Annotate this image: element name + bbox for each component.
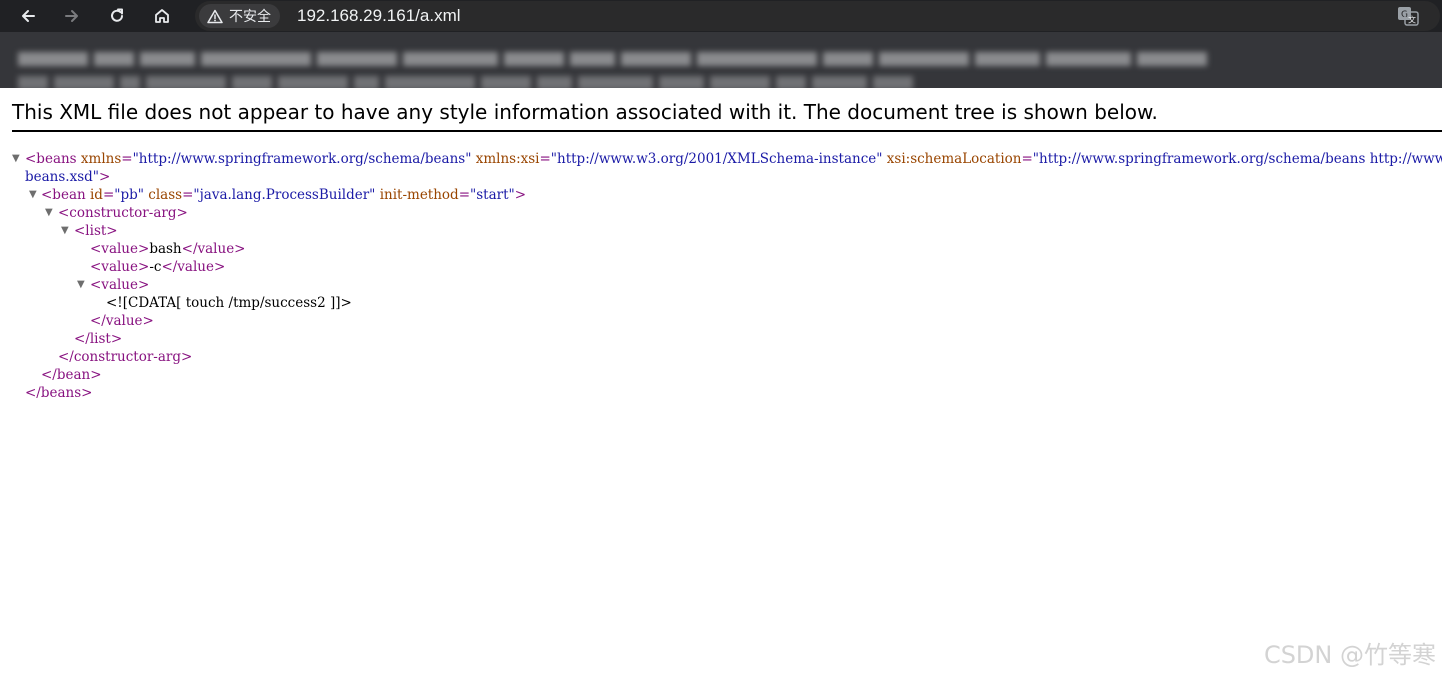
tag-value-close: </value> [161,259,226,275]
attr-class: class [148,187,183,203]
cdata-section: <![CDATA[ touch /tmp/success2 ]]> [106,295,352,311]
tag-value-close: </value> [90,313,154,329]
xml-line-value-cdata-close: </value> [12,312,1442,330]
xml-line-beans-open-wrap: beans.xsd"> [12,168,1442,186]
xml-line-value-c: <value>-c</value> [12,258,1442,276]
collapse-triangle-icon[interactable]: ▼ [61,222,71,240]
collapse-triangle-icon[interactable]: ▼ [77,276,87,294]
tag-value-open: <value> [90,241,150,257]
xml-tree: ▼ <beans xmlns="http://www.springframewo… [12,150,1442,402]
collapse-triangle-icon[interactable]: ▼ [12,150,22,168]
tag-close-bracket: > [99,169,111,185]
xml-line-cdata: <![CDATA[ touch /tmp/success2 ]]> [12,294,1442,312]
collapse-triangle-icon[interactable]: ▼ [45,204,55,222]
attr-xmlns: xmlns [80,151,122,167]
url-text[interactable]: 192.168.29.161/a.xml [297,5,461,27]
attr-init-method-value: "start" [470,187,515,203]
attr-schema-location-value-cont: beans.xsd" [25,169,99,185]
xml-style-notice: This XML file does not appear to have an… [12,100,1158,124]
tag-list-close: </list> [74,331,123,347]
banner-divider [12,130,1442,132]
tag-list-open: <list> [74,223,118,239]
attr-xmlns-xsi: xmlns:xsi [475,151,540,167]
forward-arrow-icon [65,10,78,22]
reload-icon [111,8,123,22]
tag-value-close: </value> [181,241,246,257]
xml-line-list-open: ▼ <list> [12,222,1442,240]
tag-value-open: <value> [90,277,150,293]
blurred-bookmarks-row2 [18,76,919,88]
attr-schema-location: xsi:schemaLocation [886,151,1022,167]
xml-line-value-bash: <value>bash</value> [12,240,1442,258]
tag-constructor-arg-open: <constructor-arg> [58,205,188,221]
xml-line-constructor-open: ▼ <constructor-arg> [12,204,1442,222]
home-button[interactable] [149,3,175,29]
attr-xmlns-value: "http://www.springframework.org/schema/b… [132,151,472,167]
forward-button[interactable] [59,3,85,29]
bookmarks-bar [0,32,1442,88]
svg-text:文: 文 [1408,15,1416,25]
back-button[interactable] [15,3,41,29]
collapse-triangle-icon[interactable]: ▼ [29,186,39,204]
attr-id-value: "pb" [114,187,144,203]
tag-bean-close: </bean> [41,367,102,383]
attr-xmlns-xsi-value: "http://www.w3.org/2001/XMLSchema-instan… [550,151,883,167]
attr-schema-location-value: "http://www.springframework.org/schema/b… [1032,151,1442,167]
attr-init-method: init-method [379,187,459,203]
blurred-bookmarks [18,52,1213,66]
address-bar[interactable]: 不安全 192.168.29.161/a.xml G 文 [195,1,1440,31]
tag-beans-close: </beans> [25,385,93,401]
back-arrow-icon [22,10,35,22]
xml-line-bean-close: </bean> [12,366,1442,384]
tag-bean-open: <bean [41,187,86,203]
security-label: 不安全 [229,9,271,25]
tag-value-open: <value> [90,259,150,275]
value-text-c: -c [149,259,162,275]
browser-toolbar: 不安全 192.168.29.161/a.xml G 文 [0,0,1442,32]
reload-button[interactable] [104,3,130,29]
translate-icon[interactable]: G 文 [1397,5,1419,31]
xml-line-beans-open: ▼ <beans xmlns="http://www.springframewo… [12,150,1442,168]
xml-line-list-close: </list> [12,330,1442,348]
warning-triangle-icon [207,9,223,23]
value-text-bash: bash [149,241,182,257]
attr-id: id [89,187,103,203]
tag-beans-open: <beans [25,151,77,167]
security-indicator[interactable]: 不安全 [199,4,280,28]
xml-line-value-cdata-open: ▼ <value> [12,276,1442,294]
attr-class-value: "java.lang.ProcessBuilder" [193,187,376,203]
csdn-watermark: CSDN @竹等寒 [1263,641,1436,669]
xml-line-constructor-close: </constructor-arg> [12,348,1442,366]
xml-line-beans-close: </beans> [12,384,1442,402]
tag-constructor-arg-close: </constructor-arg> [58,349,193,365]
home-icon [155,9,169,23]
xml-line-bean-open: ▼ <bean id="pb" class="java.lang.Process… [29,186,527,204]
